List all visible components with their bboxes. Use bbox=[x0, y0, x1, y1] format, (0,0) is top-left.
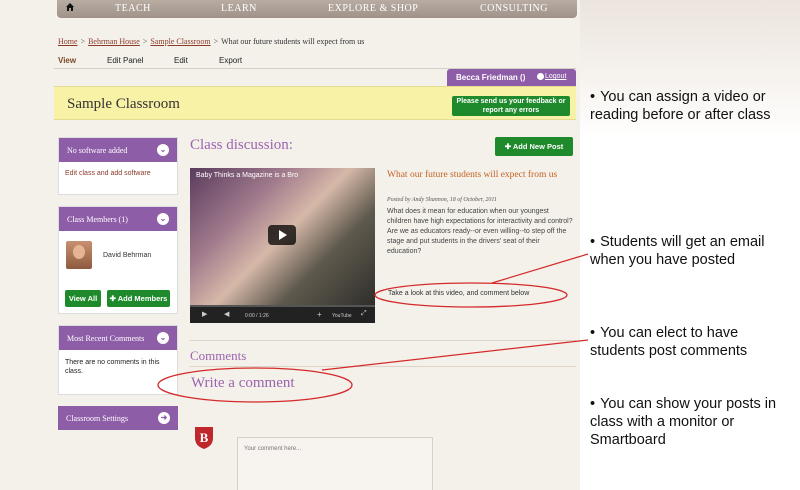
post-meta: Posted by Andy Shannon, 18 of October, 2… bbox=[387, 197, 497, 203]
view-all-button[interactable]: View All bbox=[65, 290, 101, 307]
video-player[interactable]: Baby Thinks a Magazine is a Bro ▶ ◀ 0:00… bbox=[190, 168, 375, 323]
class-members-header[interactable]: Class Members (1) ⌄ bbox=[59, 207, 177, 231]
logout-link[interactable]: Logout bbox=[545, 73, 566, 80]
tab-edit[interactable]: Edit bbox=[174, 56, 188, 65]
annotation-comments: • You can elect to have students post com… bbox=[590, 325, 748, 359]
classroom-settings-header[interactable]: Classroom Settings ➜ bbox=[58, 406, 178, 430]
post-note: Take a look at this video, and comment b… bbox=[388, 290, 530, 297]
feedback-button[interactable]: Please send us your feedback or report a… bbox=[452, 96, 570, 116]
breadcrumb-home[interactable]: Home bbox=[58, 37, 78, 46]
software-panel: No software added ⌄ Edit class and add s… bbox=[58, 137, 178, 195]
classroom-header: Sample Classroom Please send us your fee… bbox=[54, 86, 576, 120]
edit-class-software-link[interactable]: Edit class and add software bbox=[59, 162, 177, 185]
avatar bbox=[66, 241, 92, 269]
post-title[interactable]: What our future students will expect fro… bbox=[387, 170, 573, 181]
tab-export[interactable]: Export bbox=[219, 56, 242, 65]
write-comment-heading: Write a comment bbox=[191, 375, 295, 391]
add-new-post-button[interactable]: ✚ Add New Post bbox=[495, 137, 573, 156]
video-controls[interactable]: ▶ ◀ 0:00 / 1:26 + YouTube ⤢ bbox=[190, 305, 375, 323]
post-body: What does it mean for education when our… bbox=[387, 208, 573, 255]
user-name: Becca Friedman () bbox=[456, 73, 526, 82]
breadcrumb-sample-classroom[interactable]: Sample Classroom bbox=[150, 37, 210, 46]
volume-icon[interactable]: ◀ bbox=[224, 310, 229, 318]
video-time: 0:00 / 1:26 bbox=[245, 313, 269, 319]
logout-icon bbox=[537, 73, 544, 80]
chevron-down-icon[interactable]: ⌄ bbox=[157, 144, 169, 156]
annotation-smartboard: • You can show your posts in class with a… bbox=[590, 396, 777, 448]
annotation-video: • You can assign a video or reading befor… bbox=[590, 89, 771, 123]
breadcrumb: Home > Behrman House > Sample Classroom > What… bbox=[58, 37, 365, 46]
page-area: TEACH LEARN EXPLORE & SHOP CONSULTING Ho… bbox=[0, 0, 580, 490]
class-members-panel: Class Members (1) ⌄ David Behrman View A… bbox=[58, 206, 178, 314]
behrman-shield-icon: B bbox=[195, 427, 213, 449]
user-bar: Becca Friedman () Logout bbox=[447, 69, 576, 86]
add-icon[interactable]: + bbox=[317, 310, 322, 319]
chevron-down-icon[interactable]: ⌄ bbox=[157, 332, 169, 344]
nav-learn[interactable]: LEARN bbox=[221, 3, 257, 14]
breadcrumb-current: What our future students will expect fro… bbox=[221, 37, 365, 46]
classroom-settings-panel: Classroom Settings ➜ bbox=[58, 406, 178, 430]
add-members-button[interactable]: ✚ Add Members bbox=[107, 290, 170, 307]
breadcrumb-behrman-house[interactable]: Behrman House bbox=[88, 37, 140, 46]
home-icon[interactable] bbox=[65, 2, 75, 12]
recent-comments-panel: Most Recent Comments ⌄ There are no comm… bbox=[58, 325, 178, 395]
fullscreen-icon[interactable]: ⤢ bbox=[361, 310, 367, 318]
comment-textarea[interactable]: Your comment here... bbox=[237, 437, 433, 490]
annotation-email: • Students will get an email when you hav… bbox=[590, 234, 765, 268]
video-title[interactable]: Baby Thinks a Magazine is a Bro bbox=[196, 172, 298, 179]
nav-explore-shop[interactable]: EXPLORE & SHOP bbox=[328, 3, 418, 14]
youtube-logo[interactable]: YouTube bbox=[332, 313, 352, 319]
comments-heading: Comments bbox=[190, 348, 247, 363]
play-icon[interactable] bbox=[268, 225, 296, 245]
classroom-title: Sample Classroom bbox=[67, 96, 180, 112]
nav-teach[interactable]: TEACH bbox=[115, 3, 151, 14]
member-name: David Behrman bbox=[103, 252, 152, 259]
svg-text:B: B bbox=[200, 430, 209, 445]
chevron-down-icon[interactable]: ⌄ bbox=[157, 213, 169, 225]
divider bbox=[190, 366, 576, 367]
software-panel-header[interactable]: No software added ⌄ bbox=[59, 138, 177, 162]
nav-consulting[interactable]: CONSULTING bbox=[480, 3, 548, 14]
class-discussion-heading: Class discussion: bbox=[190, 137, 293, 153]
no-comments-text: There are no comments in this class. bbox=[65, 359, 160, 375]
top-navigation: TEACH LEARN EXPLORE & SHOP CONSULTING bbox=[57, 0, 577, 18]
tab-edit-panel[interactable]: Edit Panel bbox=[107, 56, 143, 65]
comment-placeholder: Your comment here... bbox=[244, 446, 302, 452]
play-small-icon[interactable]: ▶ bbox=[202, 310, 207, 318]
divider bbox=[190, 340, 576, 341]
member-item[interactable]: David Behrman bbox=[59, 231, 177, 281]
arrow-right-icon[interactable]: ➜ bbox=[158, 412, 170, 424]
recent-comments-header[interactable]: Most Recent Comments ⌄ bbox=[59, 326, 177, 350]
tab-view[interactable]: View bbox=[58, 56, 76, 65]
